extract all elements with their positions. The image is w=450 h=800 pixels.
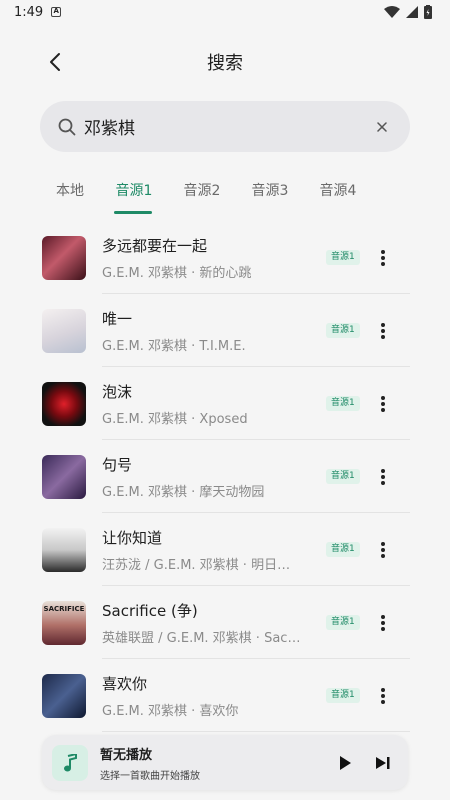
player-subtitle: 选择一首歌曲开始播放: [100, 770, 200, 782]
album-cover: [42, 308, 86, 353]
song-subtitle: G.E.M. 邓紫棋 · 新的心跳: [102, 265, 252, 281]
song-title: 句号: [102, 455, 133, 474]
more-options-button[interactable]: [378, 686, 388, 706]
close-icon: [377, 121, 387, 132]
song-subtitle: G.E.M. 邓紫棋 · 摩天动物园: [102, 484, 265, 500]
tab-source-4[interactable]: 音源4: [304, 172, 372, 214]
chevron-left-icon: [50, 53, 60, 71]
source-badge: 音源1: [326, 688, 360, 703]
source-badge: 音源1: [326, 615, 360, 630]
album-cover-text: SACRIFICE: [43, 604, 85, 613]
song-subtitle: G.E.M. 邓紫棋 · 喜欢你: [102, 703, 239, 719]
divider: [102, 731, 410, 732]
tab-source-2[interactable]: 音源2: [168, 172, 236, 214]
source-badge: 音源1: [326, 469, 360, 484]
skip-next-icon: [376, 756, 390, 769]
header: 搜索: [0, 40, 450, 84]
play-button[interactable]: [330, 748, 360, 778]
more-options-button[interactable]: [378, 321, 388, 341]
more-options-button[interactable]: [378, 248, 388, 268]
album-cover: [42, 527, 86, 572]
song-subtitle: G.E.M. 邓紫棋 · Xposed: [102, 411, 248, 427]
wifi-icon: [384, 6, 400, 18]
clear-search-button[interactable]: [372, 117, 392, 137]
tab-source-3[interactable]: 音源3: [236, 172, 304, 214]
song-title: Sacrifice (争): [102, 601, 198, 620]
more-options-button[interactable]: [378, 613, 388, 633]
status-time: 1:49: [14, 4, 44, 20]
music-note-icon: [64, 753, 77, 771]
album-cover: [42, 381, 86, 426]
back-button[interactable]: [40, 46, 70, 78]
more-options-button[interactable]: [378, 467, 388, 487]
song-item[interactable]: 喜欢你 G.E.M. 邓紫棋 · 喜欢你 音源1: [0, 659, 450, 732]
search-icon: [58, 118, 76, 135]
album-cover: [42, 235, 86, 280]
status-bar: 1:49 A: [0, 0, 450, 24]
album-cover: [42, 454, 86, 499]
song-item[interactable]: 多远都要在一起 G.E.M. 邓紫棋 · 新的心跳 音源1: [0, 221, 450, 294]
song-list: 多远都要在一起 G.E.M. 邓紫棋 · 新的心跳 音源1 唯一 G.E.M. …: [0, 221, 450, 732]
tab-local[interactable]: 本地: [40, 172, 100, 214]
song-title: 让你知道: [102, 528, 163, 547]
album-cover: [42, 673, 86, 718]
signal-icon: [406, 6, 418, 18]
page-title: 搜索: [207, 53, 243, 74]
mini-player[interactable]: 暂无播放 选择一首歌曲开始播放: [42, 735, 408, 790]
album-cover: SACRIFICE: [42, 600, 86, 645]
active-tab-indicator: [114, 211, 152, 214]
search-bar: [40, 101, 410, 152]
battery-icon: [424, 5, 432, 19]
song-subtitle: 英雄联盟 / G.E.M. 邓紫棋 · Sac…: [102, 630, 301, 646]
play-icon: [340, 755, 351, 770]
song-item[interactable]: 句号 G.E.M. 邓紫棋 · 摩天动物园 音源1: [0, 440, 450, 513]
song-item[interactable]: 泡沫 G.E.M. 邓紫棋 · Xposed 音源1: [0, 367, 450, 440]
sim-icon: A: [51, 7, 62, 17]
source-badge: 音源1: [326, 542, 360, 557]
search-input[interactable]: [84, 116, 372, 137]
source-badge: 音源1: [326, 250, 360, 265]
song-title: 多远都要在一起: [102, 236, 208, 255]
song-title: 泡沫: [102, 382, 133, 401]
player-cover: [52, 744, 88, 781]
song-subtitle: G.E.M. 邓紫棋 · T.I.M.E.: [102, 338, 246, 354]
tab-source-1[interactable]: 音源1: [100, 172, 168, 214]
source-badge: 音源1: [326, 323, 360, 338]
song-title: 唯一: [102, 309, 133, 328]
player-title: 暂无播放: [100, 747, 153, 763]
source-tabs: 本地 音源1 音源2 音源3 音源4: [40, 172, 372, 214]
more-options-button[interactable]: [378, 394, 388, 414]
song-title: 喜欢你: [102, 674, 148, 693]
song-item[interactable]: SACRIFICE Sacrifice (争) 英雄联盟 / G.E.M. 邓紫…: [0, 586, 450, 659]
song-subtitle: 汪苏泷 / G.E.M. 邓紫棋 · 明日…: [102, 557, 291, 573]
source-badge: 音源1: [326, 396, 360, 411]
next-button[interactable]: [368, 748, 398, 778]
song-item[interactable]: 唯一 G.E.M. 邓紫棋 · T.I.M.E. 音源1: [0, 294, 450, 367]
song-item[interactable]: 让你知道 汪苏泷 / G.E.M. 邓紫棋 · 明日… 音源1: [0, 513, 450, 586]
more-options-button[interactable]: [378, 540, 388, 560]
